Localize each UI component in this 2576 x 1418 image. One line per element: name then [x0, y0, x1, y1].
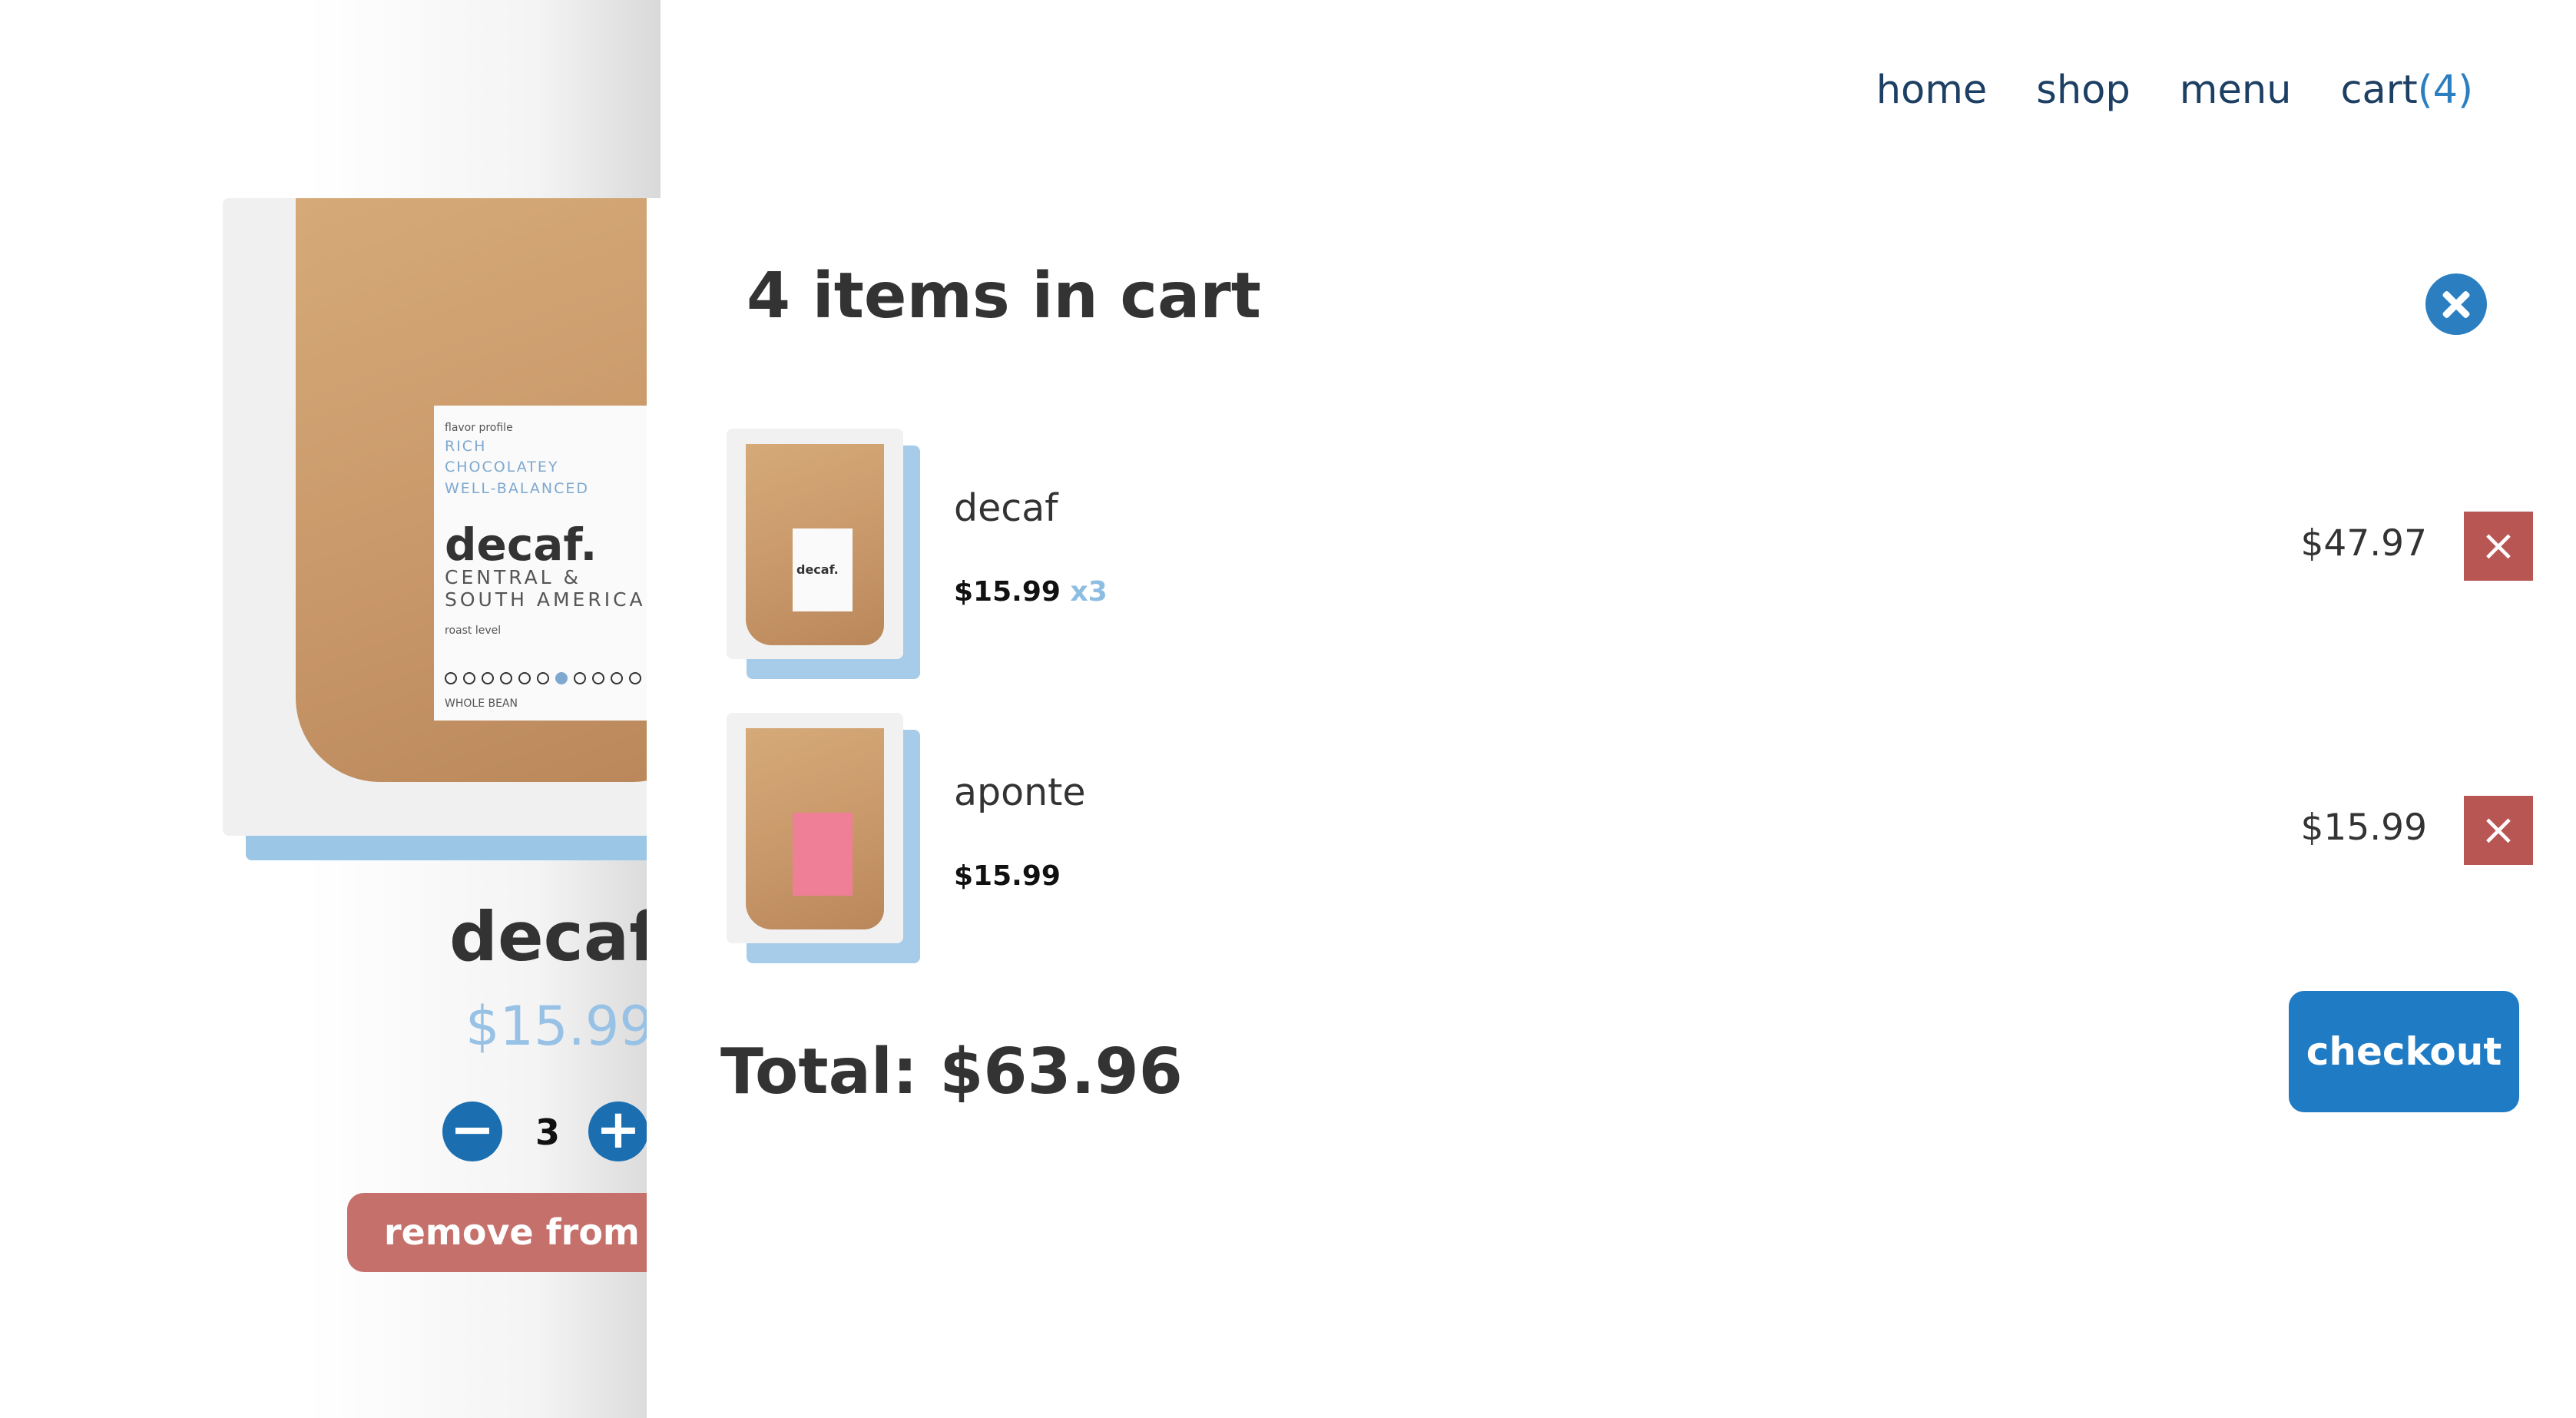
close-icon: ×: [2480, 805, 2517, 855]
product-image: flavor profile RICH CHOCOLATEY WELL-BALA…: [223, 198, 661, 836]
coffee-bag-label: flavor profile RICH CHOCOLATEY WELL-BALA…: [434, 406, 661, 721]
cart-item-name: aponte: [954, 770, 1086, 814]
nav-cart-label: cart: [2340, 68, 2418, 113]
nav-cart[interactable]: cart(4): [2340, 68, 2473, 113]
bag-product-name: decaf.: [796, 562, 839, 577]
coffee-bag-label: [793, 813, 853, 896]
decrease-quantity-button[interactable]: −: [442, 1102, 502, 1161]
increase-quantity-button[interactable]: +: [588, 1102, 648, 1161]
minus-icon: −: [449, 1098, 495, 1161]
cart-item-quantity: x3: [1070, 576, 1108, 608]
plus-icon: +: [595, 1098, 641, 1161]
remove-from-cart-button[interactable]: remove from c: [347, 1193, 661, 1272]
checkout-button[interactable]: checkout: [2289, 991, 2519, 1112]
cart-item-thumbnail[interactable]: [727, 713, 903, 943]
nav-home[interactable]: home: [1876, 68, 1988, 113]
bag-origin: CENTRAL &: [445, 566, 582, 589]
close-icon: ×: [2480, 521, 2517, 571]
remove-item-button[interactable]: ×: [2464, 796, 2533, 865]
unit-price: $15.99: [954, 576, 1061, 608]
bag-flavor-note: CHOCOLATEY: [445, 459, 559, 476]
nav-menu[interactable]: menu: [2180, 68, 2292, 113]
bag-flavor-title: flavor profile: [445, 422, 513, 434]
cart-panel: [647, 198, 2576, 1418]
bag-bean-type: WHOLE BEAN: [445, 697, 518, 711]
bag-product-name: decaf.: [445, 518, 598, 572]
bag-roast-title: roast level: [445, 624, 502, 637]
cart-total: Total: $63.96: [720, 1035, 1183, 1108]
product-detail-background: flavor profile RICH CHOCOLATEY WELL-BALA…: [0, 0, 661, 1418]
product-price: $15.99: [465, 995, 654, 1058]
coffee-bag-label: decaf.: [793, 528, 853, 611]
close-cart-button[interactable]: [2425, 273, 2487, 335]
bag-origin: SOUTH AMERICA: [445, 588, 646, 611]
cart-item-unit-price: $15.99: [954, 860, 1061, 892]
bag-flavor-note: WELL-BALANCED: [445, 479, 589, 497]
cart-item-name: decaf: [954, 486, 1058, 530]
cart-item-line-total: $47.97: [2300, 522, 2427, 565]
main-nav: home shop menu cart(4): [1876, 68, 2473, 113]
cart-count-badge: (4): [2417, 68, 2473, 113]
roast-level-dots: [445, 672, 661, 685]
quantity-value: 3: [535, 1112, 561, 1153]
cart-item-line-total: $15.99: [2300, 807, 2427, 849]
remove-item-button[interactable]: ×: [2464, 512, 2533, 581]
nav-shop[interactable]: shop: [2036, 68, 2130, 113]
cart-item-thumbnail[interactable]: decaf.: [727, 429, 903, 659]
cart-item-unit-price: $15.99 x3: [954, 576, 1108, 608]
product-name: decaf: [449, 897, 659, 976]
cart-title: 4 items in cart: [747, 260, 1261, 333]
bag-flavor-note: RICH: [445, 437, 487, 455]
